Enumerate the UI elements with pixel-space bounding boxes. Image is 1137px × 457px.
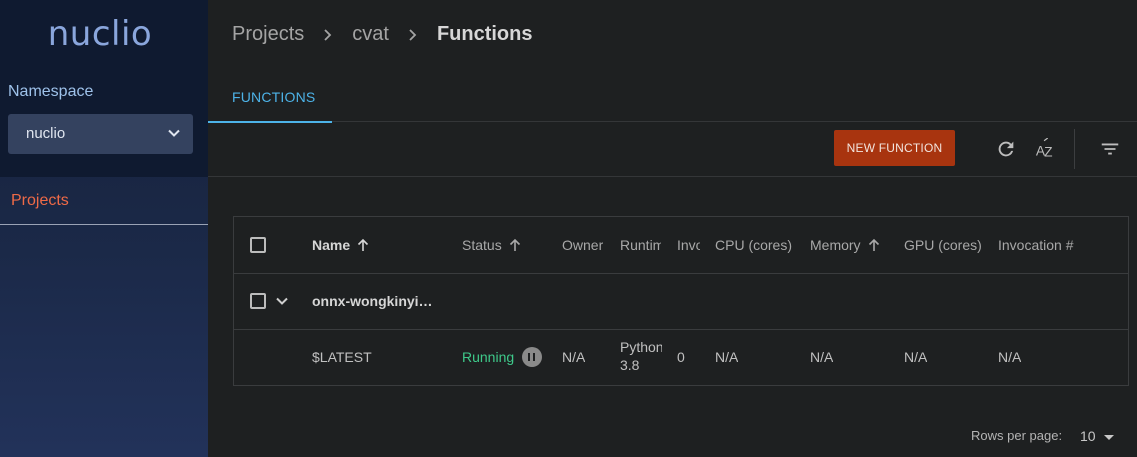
header-status[interactable]: Status (462, 237, 550, 253)
pause-icon[interactable] (522, 347, 542, 367)
tab-bar: FUNCTIONS (208, 70, 1137, 123)
refresh-icon[interactable] (995, 138, 1017, 160)
svg-text:Z: Z (1044, 144, 1052, 159)
sort-az-icon[interactable]: A Z (1034, 138, 1056, 160)
tab-functions-label: FUNCTIONS (232, 89, 316, 105)
header-invocations[interactable]: Invocations (677, 237, 700, 253)
header-owner[interactable]: Owner (562, 237, 603, 253)
function-group-row[interactable]: onnx-wongkinyi… (234, 274, 1128, 330)
group-checkbox[interactable] (250, 293, 266, 309)
sidebar: nuclio Namespace nuclio Projects (0, 0, 208, 457)
chevron-right-icon (409, 28, 417, 41)
header-gpu[interactable]: GPU (cores) (904, 237, 990, 253)
namespace-select[interactable]: nuclio (8, 114, 193, 154)
runtime-version: 3.8 (620, 357, 640, 373)
caret-down-icon (1104, 435, 1114, 440)
functions-table: Name Status Owner Runtime Invocations CP… (233, 216, 1129, 386)
page-title: Functions (436, 23, 533, 45)
header-memory[interactable]: Memory (810, 237, 898, 253)
header-status-label: Status (462, 237, 502, 253)
namespace-label: Namespace (8, 83, 94, 100)
tab-functions[interactable]: FUNCTIONS (208, 70, 332, 123)
filter-icon[interactable] (1099, 138, 1121, 160)
runtime-value: Python 3.8 (620, 339, 662, 373)
toolbar: NEW FUNCTION A Z (208, 122, 1137, 177)
sort-arrow-up-icon (868, 238, 879, 251)
breadcrumb-projects[interactable]: Projects (232, 23, 304, 46)
sidebar-header: nuclio Namespace nuclio (0, 0, 208, 177)
sort-arrow-up-icon (509, 238, 520, 251)
rows-per-page-value: 10 (1080, 428, 1096, 444)
header-memory-label: Memory (810, 237, 861, 253)
owner-value: N/A (562, 349, 586, 365)
chevron-right-icon (324, 28, 332, 41)
header-cpu[interactable]: CPU (cores) (715, 237, 799, 253)
sidebar-item-projects[interactable]: Projects (0, 178, 208, 225)
chevron-down-icon (168, 129, 180, 137)
chevron-down-icon[interactable] (274, 293, 290, 309)
runtime-name: Python (620, 339, 662, 355)
rows-per-page-select[interactable]: 10 (1080, 426, 1120, 446)
function-group-name[interactable]: onnx-wongkinyi… (312, 293, 433, 309)
invocations-value: 0 (677, 349, 685, 365)
table-row[interactable]: $LATEST Running N/A Python 3.8 0 N/A N/A… (234, 330, 1128, 386)
new-function-button[interactable]: NEW FUNCTION (834, 130, 955, 166)
select-all-checkbox[interactable] (250, 237, 266, 253)
header-name[interactable]: Name (312, 237, 452, 253)
gpu-value: N/A (904, 349, 928, 365)
status-running: Running (462, 349, 515, 365)
sidebar-item-label: Projects (11, 192, 69, 209)
function-version-name[interactable]: $LATEST (312, 349, 372, 365)
rows-per-page-label: Rows per page: (971, 428, 1063, 443)
header-name-label: Name (312, 237, 351, 253)
toolbar-divider (1074, 129, 1075, 169)
breadcrumb: Projects cvat Functions (232, 23, 532, 46)
header-runtime[interactable]: Runtime (620, 237, 661, 253)
cpu-value: N/A (715, 349, 739, 365)
header-invocation-number[interactable]: Invocation # (998, 237, 1098, 253)
table-header-row: Name Status Owner Runtime Invocations CP… (234, 217, 1128, 274)
invocation-number-value: N/A (998, 349, 1022, 365)
sort-arrow-up-icon (358, 238, 369, 251)
breadcrumb-project-cvat[interactable]: cvat (352, 23, 389, 46)
memory-value: N/A (810, 349, 834, 365)
nuclio-logo: nuclio (47, 14, 153, 54)
namespace-value: nuclio (26, 125, 66, 142)
